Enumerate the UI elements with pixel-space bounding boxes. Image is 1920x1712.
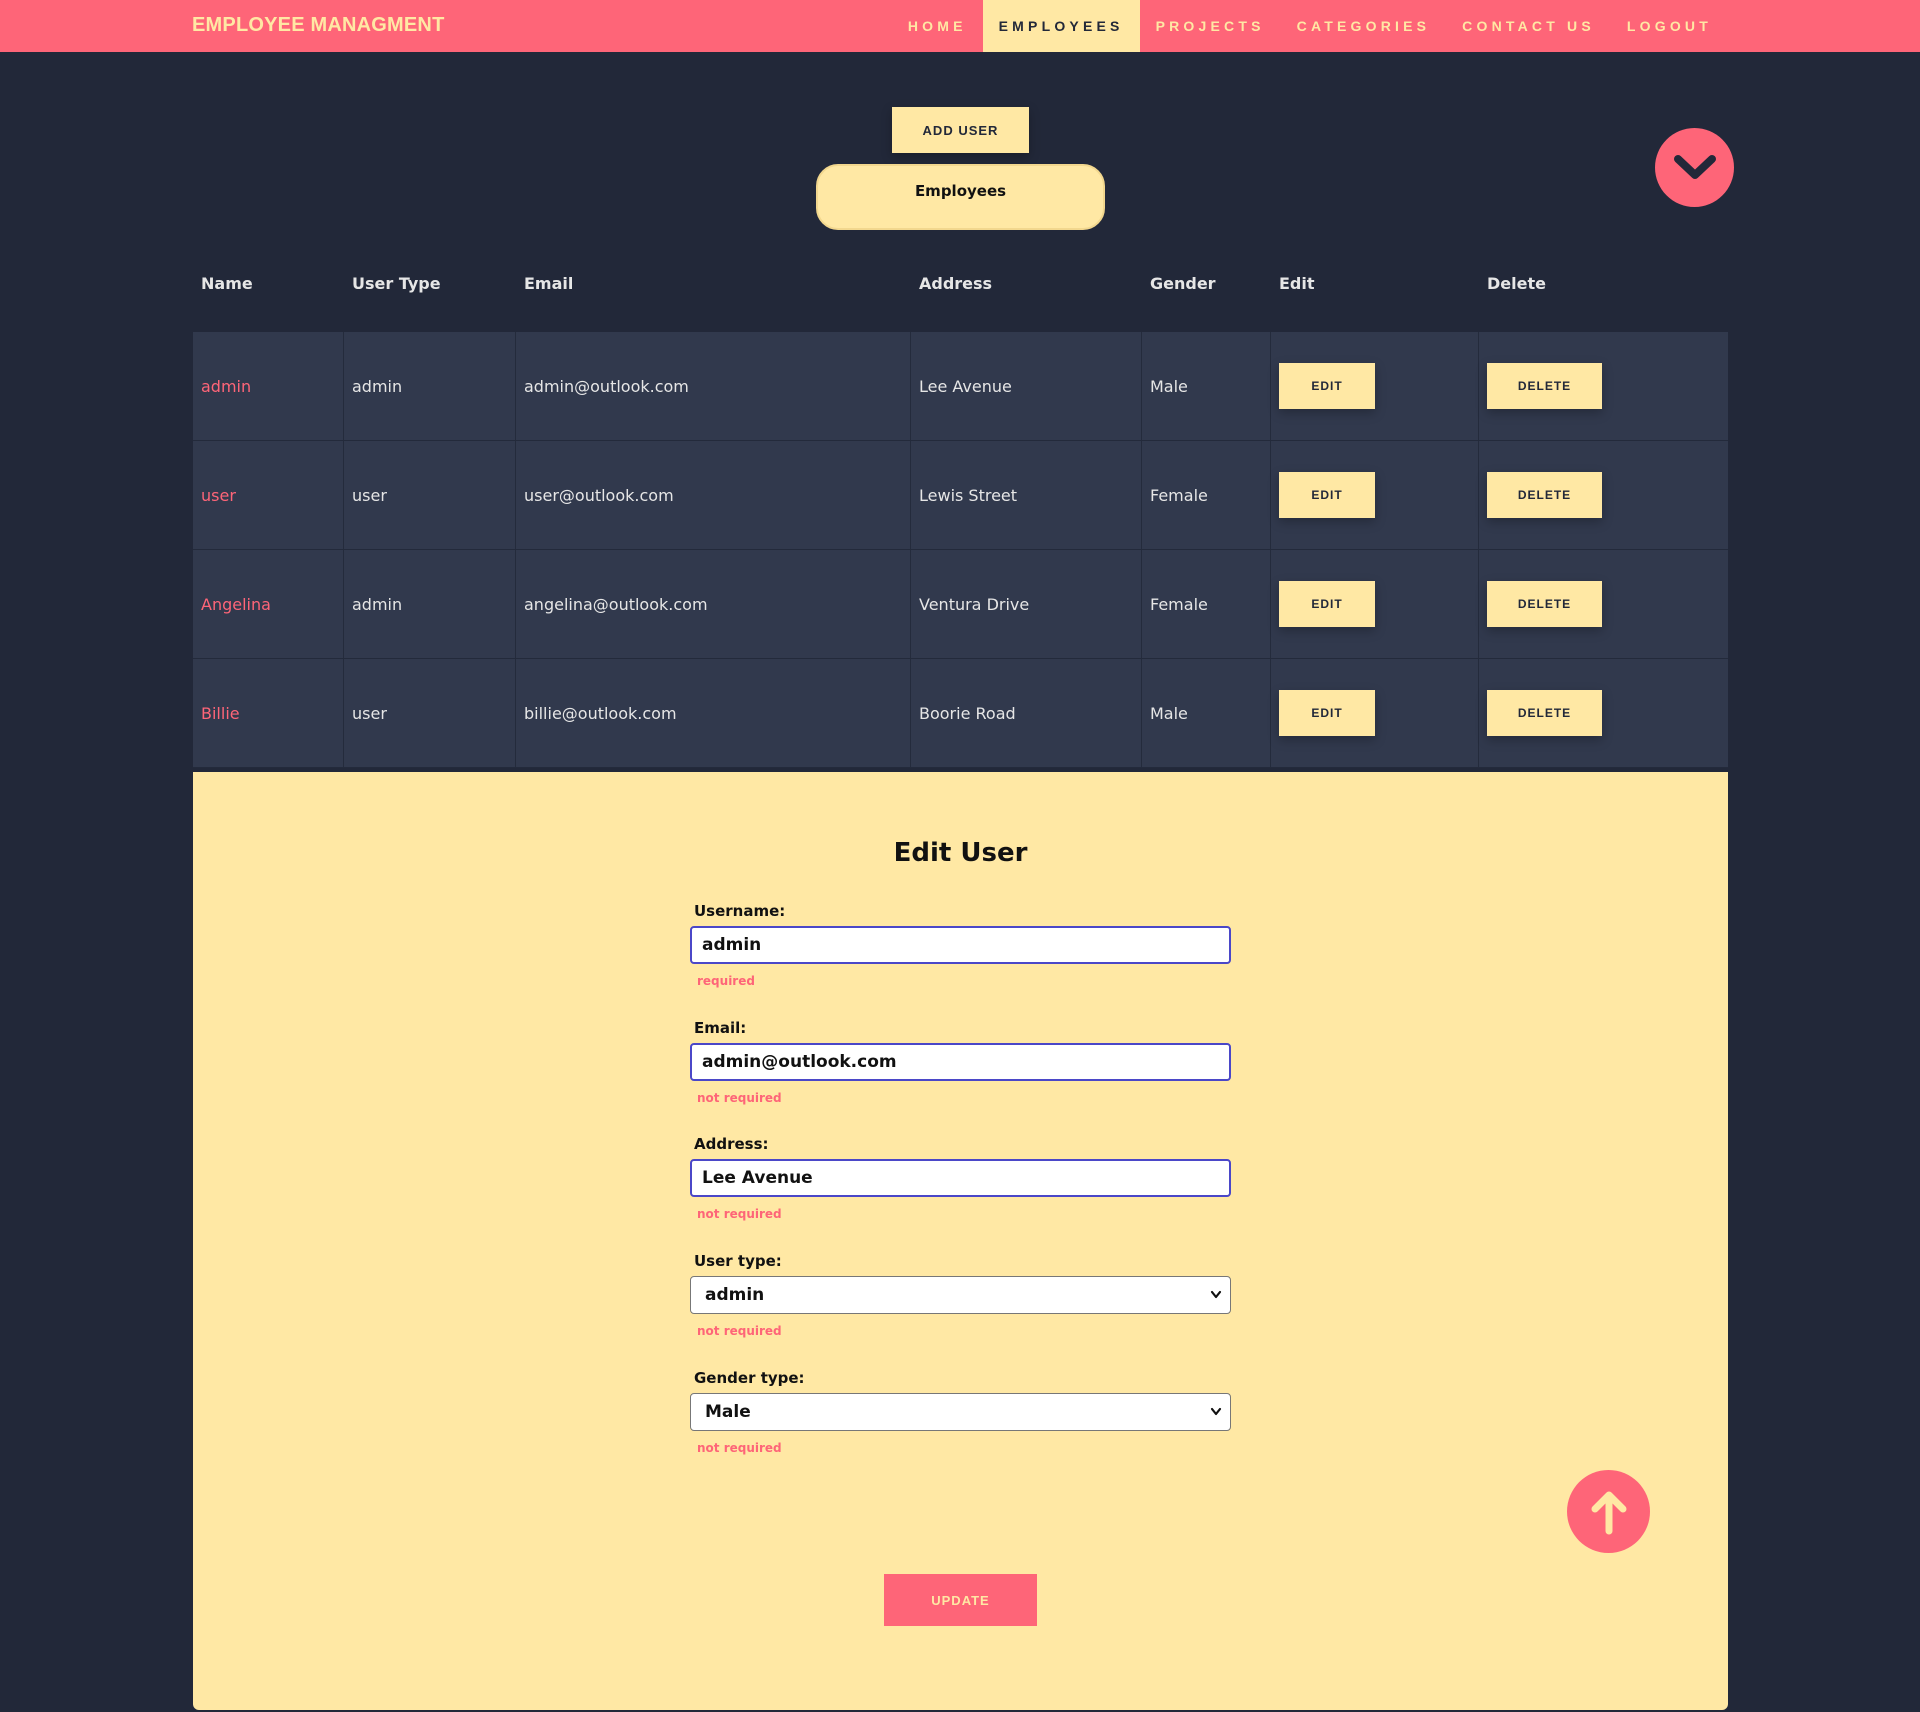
user-type-hint: not required: [697, 1324, 782, 1338]
gender-select[interactable]: Male: [690, 1393, 1231, 1431]
column-header-user-type: User Type: [352, 274, 441, 293]
username-label: Username:: [694, 902, 786, 920]
nav-home[interactable]: HOME: [892, 0, 983, 52]
nav-contact-us[interactable]: CONTACT US: [1446, 0, 1611, 52]
update-button[interactable]: UPDATE: [884, 1574, 1037, 1626]
arrow-up-icon: [1591, 1491, 1626, 1534]
gender-hint: not required: [697, 1441, 782, 1455]
cell-gender: Female: [1142, 441, 1271, 549]
address-field-group: Address: not required: [690, 1135, 1231, 1221]
gender-selected-value: Male: [705, 1402, 751, 1422]
address-hint: not required: [697, 1207, 782, 1221]
cell-name: Angelina: [193, 550, 344, 658]
user-type-label: User type:: [694, 1252, 782, 1270]
email-hint: not required: [697, 1091, 782, 1105]
table-row: Angelina admin angelina@outlook.com Vent…: [193, 550, 1728, 659]
edit-button[interactable]: EDIT: [1279, 472, 1375, 518]
column-header-delete: Delete: [1487, 274, 1546, 293]
cell-user-type: admin: [344, 550, 516, 658]
cell-delete: DELETE: [1479, 659, 1728, 767]
table-row: user user user@outlook.com Lewis Street …: [193, 441, 1728, 550]
top-navbar: EMPLOYEE MANAGMENT HOME EMPLOYEES PROJEC…: [0, 0, 1920, 52]
cell-name: user: [193, 441, 344, 549]
cell-user-type: user: [344, 659, 516, 767]
column-header-address: Address: [919, 274, 993, 293]
nav-categories[interactable]: CATEGORIES: [1281, 0, 1447, 52]
cell-user-type: admin: [344, 332, 516, 440]
cell-edit: EDIT: [1271, 332, 1479, 440]
cell-user-type: user: [344, 441, 516, 549]
edit-button[interactable]: EDIT: [1279, 363, 1375, 409]
user-type-select[interactable]: admin: [690, 1276, 1231, 1314]
cell-delete: DELETE: [1479, 441, 1728, 549]
nav-projects[interactable]: PROJECTS: [1140, 0, 1281, 52]
address-label: Address:: [694, 1135, 769, 1153]
cell-edit: EDIT: [1271, 659, 1479, 767]
cell-email: billie@outlook.com: [516, 659, 911, 767]
gender-label: Gender type:: [694, 1369, 805, 1387]
nav-links: HOME EMPLOYEES PROJECTS CATEGORIES CONTA…: [892, 0, 1728, 52]
nav-logout[interactable]: LOGOUT: [1611, 0, 1728, 52]
delete-button[interactable]: DELETE: [1487, 472, 1602, 518]
scroll-down-button[interactable]: [1655, 128, 1734, 207]
username-field-group: Username: required: [690, 902, 1231, 988]
address-input[interactable]: [690, 1159, 1231, 1197]
cell-name: admin: [193, 332, 344, 440]
cell-gender: Female: [1142, 550, 1271, 658]
email-input[interactable]: [690, 1043, 1231, 1081]
table-row: admin admin admin@outlook.com Lee Avenue…: [193, 332, 1728, 441]
add-user-button[interactable]: ADD USER: [892, 107, 1029, 153]
email-label: Email:: [694, 1019, 747, 1037]
edit-user-title: Edit User: [893, 838, 1028, 868]
edit-button[interactable]: EDIT: [1279, 690, 1375, 736]
chevron-down-icon: [1210, 1407, 1222, 1416]
email-field-group: Email: not required: [690, 1019, 1231, 1105]
username-input[interactable]: [690, 926, 1231, 964]
column-header-email: Email: [524, 274, 574, 293]
table-header: Name User Type Email Address Gender Edit…: [193, 260, 1728, 308]
employees-table: admin admin admin@outlook.com Lee Avenue…: [193, 332, 1728, 768]
cell-email: admin@outlook.com: [516, 332, 911, 440]
cell-delete: DELETE: [1479, 332, 1728, 440]
cell-name: Billie: [193, 659, 344, 767]
nav-employees[interactable]: EMPLOYEES: [982, 0, 1140, 52]
cell-gender: Male: [1142, 332, 1271, 440]
column-header-name: Name: [201, 274, 253, 293]
user-type-selected-value: admin: [705, 1285, 765, 1305]
delete-button[interactable]: DELETE: [1487, 581, 1602, 627]
cell-address: Boorie Road: [911, 659, 1142, 767]
column-header-edit: Edit: [1279, 274, 1315, 293]
delete-button[interactable]: DELETE: [1487, 690, 1602, 736]
cell-edit: EDIT: [1271, 441, 1479, 549]
brand-title[interactable]: EMPLOYEE MANAGMENT: [192, 14, 445, 37]
employees-section-label: Employees: [816, 164, 1105, 230]
chevron-down-icon: [1673, 154, 1716, 179]
chevron-down-icon: [1210, 1290, 1222, 1299]
cell-email: angelina@outlook.com: [516, 550, 911, 658]
cell-address: Lee Avenue: [911, 332, 1142, 440]
cell-address: Lewis Street: [911, 441, 1142, 549]
gender-field-group: Gender type: Male not required: [690, 1369, 1231, 1455]
column-header-gender: Gender: [1150, 274, 1216, 293]
edit-button[interactable]: EDIT: [1279, 581, 1375, 627]
user-type-field-group: User type: admin not required: [690, 1252, 1231, 1338]
cell-address: Ventura Drive: [911, 550, 1142, 658]
cell-delete: DELETE: [1479, 550, 1728, 658]
scroll-up-button[interactable]: [1567, 1470, 1650, 1553]
username-hint: required: [697, 974, 755, 988]
cell-edit: EDIT: [1271, 550, 1479, 658]
table-row: Billie user billie@outlook.com Boorie Ro…: [193, 659, 1728, 768]
cell-email: user@outlook.com: [516, 441, 911, 549]
cell-gender: Male: [1142, 659, 1271, 767]
edit-user-panel: Edit User Username: required Email: not …: [193, 772, 1728, 1710]
delete-button[interactable]: DELETE: [1487, 363, 1602, 409]
